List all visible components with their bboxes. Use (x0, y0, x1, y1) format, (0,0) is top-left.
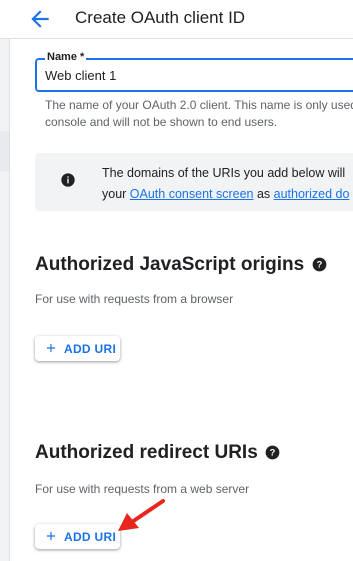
annotation-arrow-icon (118, 499, 165, 531)
plus-icon (46, 343, 56, 353)
svg-text:?: ? (317, 260, 323, 270)
add-redirect-uri-button[interactable]: ADD URI (35, 524, 120, 549)
js-origins-title: Authorized JavaScript origins (35, 254, 305, 275)
info-line2-prefix: your (102, 187, 130, 201)
arrow-back-icon[interactable] (27, 6, 53, 32)
info-icon (61, 173, 75, 187)
back-button[interactable] (27, 6, 53, 32)
js-origins-subtitle: For use with requests from a browser (35, 292, 234, 306)
info-line2: your OAuth consent screen as authorized … (102, 184, 349, 205)
help-icon[interactable]: ? (312, 257, 327, 272)
authorized-domains-link[interactable]: authorized do (274, 187, 350, 201)
redirect-uris-subtitle: For use with requests from a web server (35, 482, 250, 496)
help-icon[interactable]: ? (265, 445, 280, 460)
info-line2-mid: as (253, 187, 274, 201)
info-banner-text: The domains of the URIs you add below wi… (102, 163, 349, 205)
name-input[interactable]: Web client 1 (45, 68, 116, 83)
page-title: Create OAuth client ID (75, 8, 246, 27)
add-redirect-uri-label: ADD URI (64, 530, 117, 544)
left-nav-active-item[interactable] (0, 131, 9, 171)
name-field-label: Name * (45, 51, 87, 63)
name-helper-line1: The name of your OAuth 2.0 client. This … (45, 98, 353, 112)
name-helper-line2: console and will not be shown to end use… (45, 115, 278, 129)
add-js-origin-button[interactable]: ADD URI (35, 336, 120, 361)
name-helper-text: The name of your OAuth 2.0 client. This … (45, 97, 353, 131)
page-header: Create OAuth client ID (0, 0, 353, 39)
oauth-consent-screen-link[interactable]: OAuth consent screen (130, 187, 254, 201)
add-js-origin-label: ADD URI (64, 342, 117, 356)
svg-text:?: ? (270, 448, 276, 458)
left-nav-rail (0, 0, 10, 561)
redirect-uris-title: Authorized redirect URIs (35, 442, 258, 463)
plus-icon (46, 531, 56, 541)
info-line1: The domains of the URIs you add below wi… (102, 166, 346, 180)
